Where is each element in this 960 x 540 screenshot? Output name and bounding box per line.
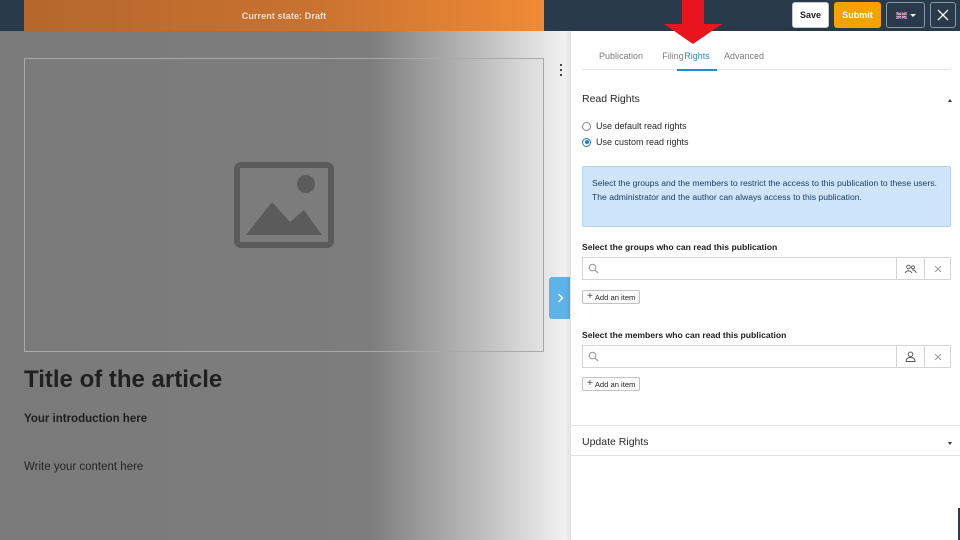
- radio-label: Use custom read rights: [596, 137, 689, 147]
- plus-icon: +: [587, 291, 593, 302]
- add-member-button[interactable]: + Add an item: [582, 377, 641, 391]
- article-editor: Title of the article Your introduction h…: [0, 31, 570, 540]
- tab-publication[interactable]: Publication: [587, 42, 655, 70]
- radio-default-read-rights[interactable]: Use default read rights: [582, 120, 687, 132]
- image-placeholder[interactable]: [24, 58, 544, 352]
- close-icon: [934, 265, 941, 272]
- more-options-icon[interactable]: [558, 64, 564, 76]
- article-content[interactable]: Write your content here: [24, 461, 143, 473]
- groups-search-box: [582, 257, 951, 280]
- chevron-down-icon: [909, 13, 916, 17]
- members-field-label: Select the members who can read this pub…: [582, 330, 787, 340]
- chevron-down-icon[interactable]: [948, 442, 952, 445]
- uk-flag-icon: [895, 11, 907, 19]
- radio-custom-read-rights[interactable]: Use custom read rights: [582, 136, 689, 148]
- plus-icon: +: [587, 378, 593, 389]
- tab-advanced[interactable]: Advanced: [719, 42, 769, 70]
- close-button[interactable]: [930, 2, 956, 28]
- image-icon: [234, 162, 334, 248]
- add-item-label: Add an item: [594, 379, 636, 389]
- chevron-up-icon[interactable]: [948, 99, 952, 102]
- submit-button[interactable]: Submit: [834, 2, 881, 28]
- groups-field-label: Select the groups who can read this publ…: [582, 242, 778, 252]
- collapse-panel-button[interactable]: [549, 277, 571, 319]
- radio-button[interactable]: [582, 121, 591, 131]
- add-item-label: Add an item: [594, 292, 636, 302]
- groups-search-input[interactable]: [583, 258, 896, 279]
- add-group-button[interactable]: + Add an item: [582, 290, 641, 304]
- group-icon: [904, 264, 917, 273]
- annotation-arrow-icon: [664, 0, 722, 44]
- settings-panel: Publication Filing Rights Advanced Read …: [570, 31, 960, 540]
- state-banner: Current state: Draft: [24, 0, 544, 31]
- user-icon: [905, 351, 916, 362]
- radio-button[interactable]: [582, 137, 591, 147]
- clear-groups-button[interactable]: [924, 258, 950, 279]
- panel-tabs: Publication Filing Rights Advanced: [581, 42, 950, 71]
- tab-rights[interactable]: Rights: [677, 42, 717, 71]
- read-rights-info: Select the groups and the members to res…: [582, 166, 951, 227]
- save-button[interactable]: Save: [792, 2, 829, 28]
- select-members-button[interactable]: [896, 346, 924, 367]
- read-rights-header[interactable]: Read Rights: [582, 93, 640, 105]
- close-icon: [937, 9, 949, 21]
- members-search-input[interactable]: [583, 346, 896, 367]
- select-groups-button[interactable]: [896, 258, 924, 279]
- clear-members-button[interactable]: [924, 346, 950, 367]
- article-title[interactable]: Title of the article: [24, 366, 222, 394]
- divider: [571, 455, 960, 456]
- top-bar: Current state: Draft Save Submit: [0, 0, 960, 31]
- members-search-box: [582, 345, 951, 368]
- divider: [571, 425, 960, 426]
- close-icon: [934, 353, 941, 360]
- radio-label: Use default read rights: [596, 121, 687, 131]
- chevron-right-icon: [557, 293, 563, 303]
- language-dropdown[interactable]: [886, 2, 925, 28]
- update-rights-header[interactable]: Update Rights: [582, 436, 649, 448]
- article-introduction[interactable]: Your introduction here: [24, 413, 147, 425]
